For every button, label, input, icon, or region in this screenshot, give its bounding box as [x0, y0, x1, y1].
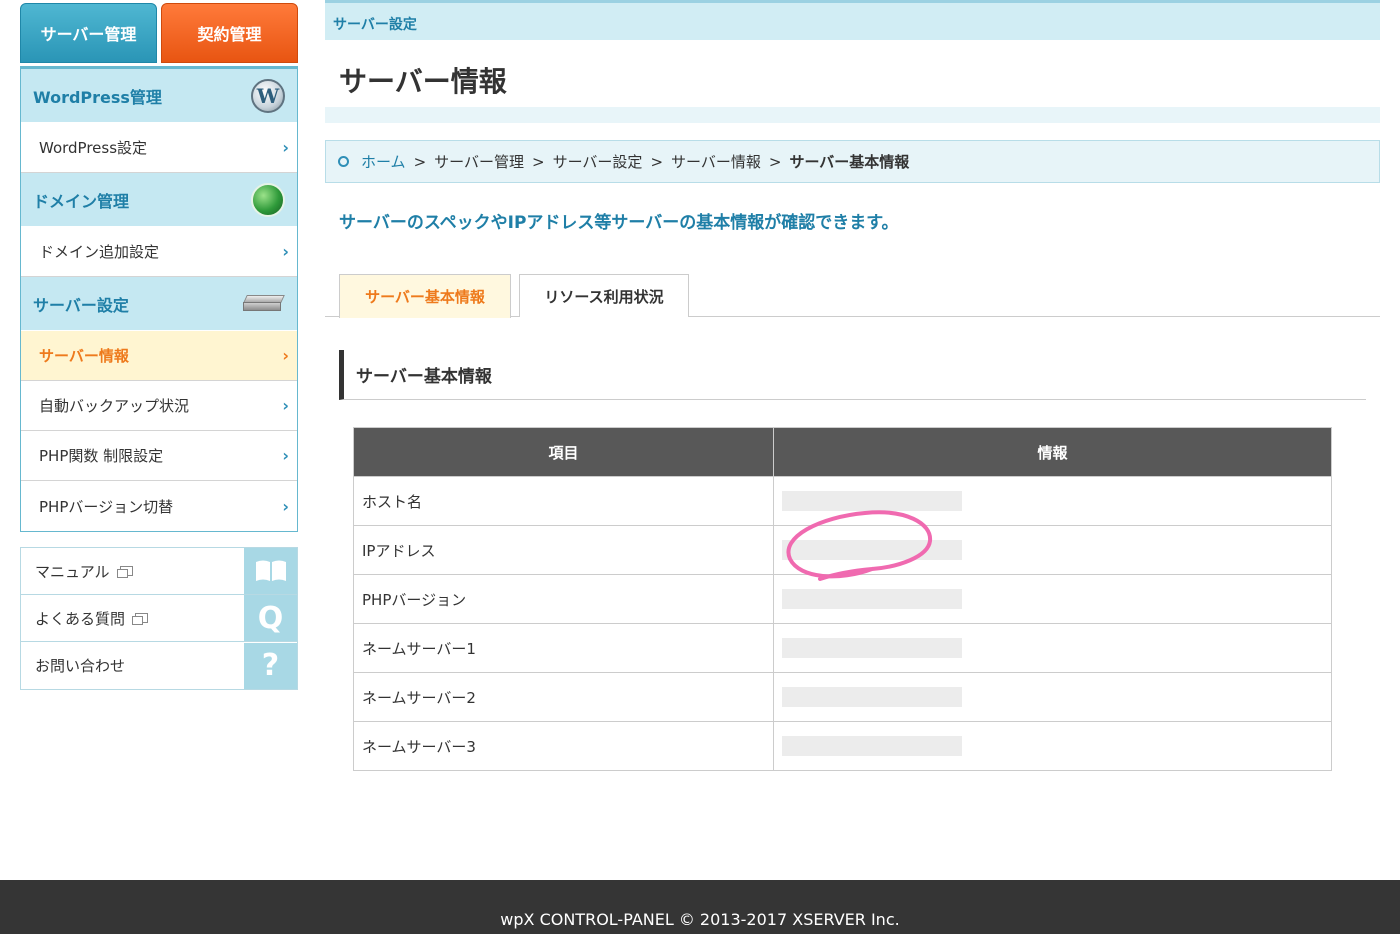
row-value: [773, 623, 1332, 673]
sidebar-nav: WordPress管理 W WordPress設定 › ドメイン管理 ドメイン追…: [20, 66, 298, 532]
row-label: IPアドレス: [353, 525, 774, 575]
masked-value: [782, 687, 962, 707]
tab-server-management[interactable]: サーバー管理: [20, 3, 157, 63]
table-row: ネームサーバー1: [353, 623, 1332, 673]
column-header-item: 項目: [353, 427, 774, 477]
masked-value: [782, 589, 962, 609]
content-tabs: サーバー基本情報 リソース利用状況: [325, 274, 1380, 318]
sidebar-item-label: 自動バックアップ状況: [39, 397, 190, 415]
breadcrumb-separator: >: [768, 152, 782, 171]
section-wordpress-label: WordPress管理: [33, 87, 162, 107]
sidebar-item-label: WordPress設定: [39, 139, 148, 157]
page-title-bar: サーバー情報: [325, 40, 1380, 123]
breadcrumb-separator: >: [650, 152, 664, 171]
chevron-right-icon: ›: [282, 396, 289, 415]
help-item-manual[interactable]: マニュアル: [21, 548, 297, 595]
row-value: [773, 721, 1332, 771]
sidebar-item-php-version[interactable]: PHPバージョン切替 ›: [21, 481, 297, 531]
breadcrumb-current: サーバー基本情報: [789, 153, 910, 171]
sidebar-item-domain-add[interactable]: ドメイン追加設定 ›: [21, 227, 297, 277]
chevron-right-icon: ›: [282, 346, 289, 365]
footer: wpX CONTROL-PANEL © 2013-2017 XSERVER In…: [0, 880, 1400, 934]
table-row: ネームサーバー2: [353, 672, 1332, 722]
help-item-faq[interactable]: よくある質問 Q: [21, 595, 297, 642]
circle-bullet-icon: [338, 156, 349, 167]
masked-value: [782, 638, 962, 658]
table-header-row: 項目 情報: [353, 427, 1332, 477]
sidebar: サーバー管理 契約管理 WordPress管理 W WordPress設定 › …: [20, 0, 298, 532]
sidebar-item-label: PHP関数 制限設定: [39, 447, 164, 465]
help-item-label: お問い合わせ: [35, 657, 126, 675]
tab-contract-management[interactable]: 契約管理: [161, 3, 298, 63]
row-label: PHPバージョン: [353, 574, 774, 624]
section-domain-label: ドメイン管理: [33, 191, 130, 211]
row-label: ネームサーバー1: [353, 623, 774, 673]
section-server-label: サーバー設定: [33, 295, 129, 315]
breadcrumb: ホーム > サーバー管理 > サーバー設定 > サーバー情報 > サーバー基本情…: [325, 140, 1380, 183]
breadcrumb-item: サーバー情報: [671, 153, 761, 171]
wordpress-icon: W: [251, 78, 285, 113]
masked-value: [782, 736, 962, 756]
chevron-right-icon: ›: [282, 242, 289, 261]
page-description: サーバーのスペックやIPアドレス等サーバーの基本情報が確認できます。: [339, 213, 899, 233]
section-wordpress: WordPress管理 W: [21, 69, 297, 123]
section-domain: ドメイン管理: [21, 173, 297, 227]
section-label: サーバー設定: [325, 0, 1380, 40]
breadcrumb-separator: >: [413, 152, 427, 171]
help-links: マニュアル よくある質問 Q お問い合わせ ?: [20, 547, 298, 690]
book-icon: [244, 548, 297, 594]
help-item-label: マニュアル: [35, 562, 110, 581]
sidebar-item-label: サーバー情報: [39, 347, 129, 365]
sidebar-item-backup[interactable]: 自動バックアップ状況 ›: [21, 381, 297, 431]
server-icon: [243, 294, 285, 313]
row-label: ネームサーバー2: [353, 672, 774, 722]
external-link-icon: [116, 566, 133, 578]
column-header-info: 情報: [773, 427, 1332, 477]
tab-server-basic-info[interactable]: サーバー基本情報: [339, 274, 511, 318]
breadcrumb-item: サーバー管理: [434, 153, 524, 171]
globe-icon: [251, 182, 285, 217]
row-value: [773, 672, 1332, 722]
sidebar-item-label: PHPバージョン切替: [39, 497, 174, 516]
help-item-label: よくある質問: [35, 609, 126, 628]
breadcrumb-separator: >: [532, 152, 545, 171]
sidebar-item-php-limits[interactable]: PHP関数 制限設定 ›: [21, 431, 297, 481]
external-link-icon: [132, 613, 149, 625]
question-q-icon: Q: [244, 595, 297, 641]
sidebar-item-server-info[interactable]: サーバー情報 ›: [21, 331, 297, 381]
section-heading: サーバー基本情報: [339, 350, 1366, 400]
main-content: サーバー設定 サーバー情報 ホーム > サーバー管理 > サーバー設定 > サー…: [325, 0, 1380, 771]
row-label: ネームサーバー3: [353, 721, 774, 771]
server-info-table: 項目 情報 ホスト名 IPアドレス PHPバージョン ネームサーバー1 ネームサ…: [353, 427, 1332, 771]
sidebar-item-wordpress-settings[interactable]: WordPress設定 ›: [21, 123, 297, 173]
breadcrumb-home-link[interactable]: ホーム: [361, 151, 406, 172]
chevron-right-icon: ›: [282, 446, 289, 465]
help-item-contact[interactable]: お問い合わせ ?: [21, 642, 297, 689]
top-tabs: サーバー管理 契約管理: [20, 0, 298, 66]
breadcrumb-item: サーバー設定: [552, 153, 643, 171]
table-row: ネームサーバー3: [353, 721, 1332, 771]
tab-resource-usage[interactable]: リソース利用状況: [519, 274, 689, 317]
section-server: サーバー設定: [21, 277, 297, 331]
page-title: サーバー情報: [339, 65, 507, 98]
annotation-circle-icon: [786, 510, 933, 581]
chevron-right-icon: ›: [282, 138, 289, 157]
chevron-right-icon: ›: [282, 496, 289, 516]
question-mark-icon: ?: [244, 642, 297, 689]
row-label: ホスト名: [353, 476, 774, 526]
sidebar-item-label: ドメイン追加設定: [39, 243, 160, 261]
